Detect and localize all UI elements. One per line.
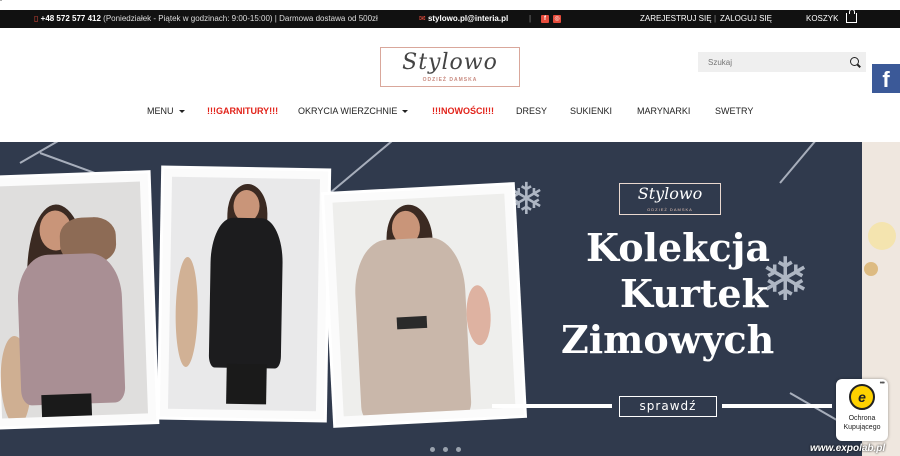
banner-logo-script: Stylowo (637, 184, 703, 203)
puffer-jacket (16, 252, 126, 406)
envelope-icon: ✉ (419, 14, 426, 23)
photo-content (0, 181, 149, 419)
social-links: f ◎ (541, 10, 561, 28)
nav-item-nowosci[interactable]: !!!NOWOŚCI!!! (432, 103, 494, 119)
product-photo-beige-jacket[interactable] (324, 185, 524, 425)
phone-note: (Poniedziałek - Piątek w godzinach: 9:00… (103, 14, 378, 23)
contact-phone[interactable]: ▯ +48 572 577 412 (Poniedziałek - Piątek… (34, 10, 378, 28)
cta-line-right (722, 404, 832, 408)
logo-script: Stylowo (402, 50, 498, 75)
facebook-widget-icon[interactable]: f (872, 64, 900, 93)
facebook-icon[interactable]: f (541, 15, 549, 23)
nav-item-sukienki[interactable]: SUKIENKI (570, 103, 612, 119)
slider-pagination (430, 447, 461, 452)
trust-badge-line-1: Ochrona (848, 415, 876, 422)
snowflake-icon: ❄ (508, 174, 545, 225)
main-navigation: MENU !!!GARNITURY!!! OKRYCIA WIERZCHNIE … (0, 103, 900, 119)
instagram-icon[interactable]: ◎ (553, 15, 561, 23)
slider-dot[interactable] (430, 447, 435, 452)
hero-headline-line-3: Zimowych (561, 317, 775, 362)
banner-logo: Stylowo ODZIEŻ DAMSKA (619, 183, 721, 215)
chevron-down-icon (178, 110, 185, 114)
account-separator: | (714, 14, 717, 23)
product-photo-pink-jacket[interactable] (0, 173, 157, 427)
branch-decoration (789, 392, 843, 424)
product-photo-black-coat[interactable] (159, 168, 329, 420)
site-logo[interactable]: Stylowo ODZIEŻ DAMSKA (380, 47, 520, 87)
model-legs (41, 393, 93, 419)
watermark: www.expolab.pl (810, 443, 886, 454)
corner-mark: " (0, 0, 3, 6)
logo-subtitle: ODZIEŻ DAMSKA (422, 77, 478, 83)
search-box (698, 52, 866, 72)
photo-content (332, 193, 516, 417)
nav-item-marynarki[interactable]: MARYNARKI (637, 103, 690, 119)
divider: | (529, 14, 532, 23)
login-link[interactable]: ZALOGUJ SIĘ (720, 10, 772, 28)
email-address: stylowo.pl@interia.pl (427, 14, 509, 23)
model-legs (226, 363, 267, 405)
nav-item-label: OKRYCIA WIERZCHNIE (298, 106, 398, 116)
top-bar: ▯ +48 572 577 412 (Poniedziałek - Piątek… (0, 9, 900, 28)
nav-item-garnitury[interactable]: !!!GARNITURY!!! (207, 103, 278, 119)
belt-buckle (396, 315, 428, 330)
trusted-shops-seal-icon: e (849, 384, 875, 410)
branch-decoration (779, 142, 826, 184)
cart-link[interactable]: KOSZYK (806, 10, 838, 28)
search-input[interactable] (698, 52, 848, 72)
phone-number: +48 572 577 412 (40, 14, 101, 23)
light-decoration (864, 262, 878, 276)
hero-headline-line-1: Kolekcja (586, 225, 770, 270)
cta-line-left (492, 404, 612, 408)
branch-decoration (39, 152, 101, 176)
chevron-down-icon (402, 110, 409, 114)
shopping-bag-icon[interactable] (846, 9, 857, 23)
nav-item-swetry[interactable]: SWETRY (715, 103, 753, 119)
light-decoration (868, 222, 896, 250)
nav-item-label: MENU (147, 106, 174, 116)
photo-content (167, 176, 321, 412)
nav-item-menu[interactable]: MENU (147, 103, 185, 119)
hero-headline-line-2: Kurtek (620, 271, 768, 316)
contact-email[interactable]: ✉ stylowo.pl@interia.pl (419, 10, 508, 28)
nav-item-dresy[interactable]: DRESY (516, 103, 547, 119)
banner-logo-subtitle: ODZIEŻ DAMSKA (647, 207, 693, 212)
trust-badge-line-2: Kupującego (843, 424, 881, 431)
register-link[interactable]: ZAREJESTRUJ SIĘ (640, 10, 712, 28)
check-collection-button[interactable]: sprawdź (619, 396, 717, 417)
slider-dot[interactable] (456, 447, 461, 452)
branch-decoration (329, 142, 400, 194)
buyer-protection-badge[interactable]: ••• e Ochrona Kupującego (836, 379, 888, 441)
nav-item-okrycia-wierzchnie[interactable]: OKRYCIA WIERZCHNIE (298, 103, 409, 119)
search-icon[interactable] (850, 57, 859, 66)
branch-decoration (19, 142, 76, 164)
slider-dot[interactable] (443, 447, 448, 452)
plant-decoration (465, 284, 493, 346)
more-options-icon[interactable]: ••• (880, 380, 885, 387)
long-puffer-coat (208, 217, 284, 369)
plant-decoration (174, 256, 199, 368)
phone-icon: ▯ (34, 14, 39, 23)
